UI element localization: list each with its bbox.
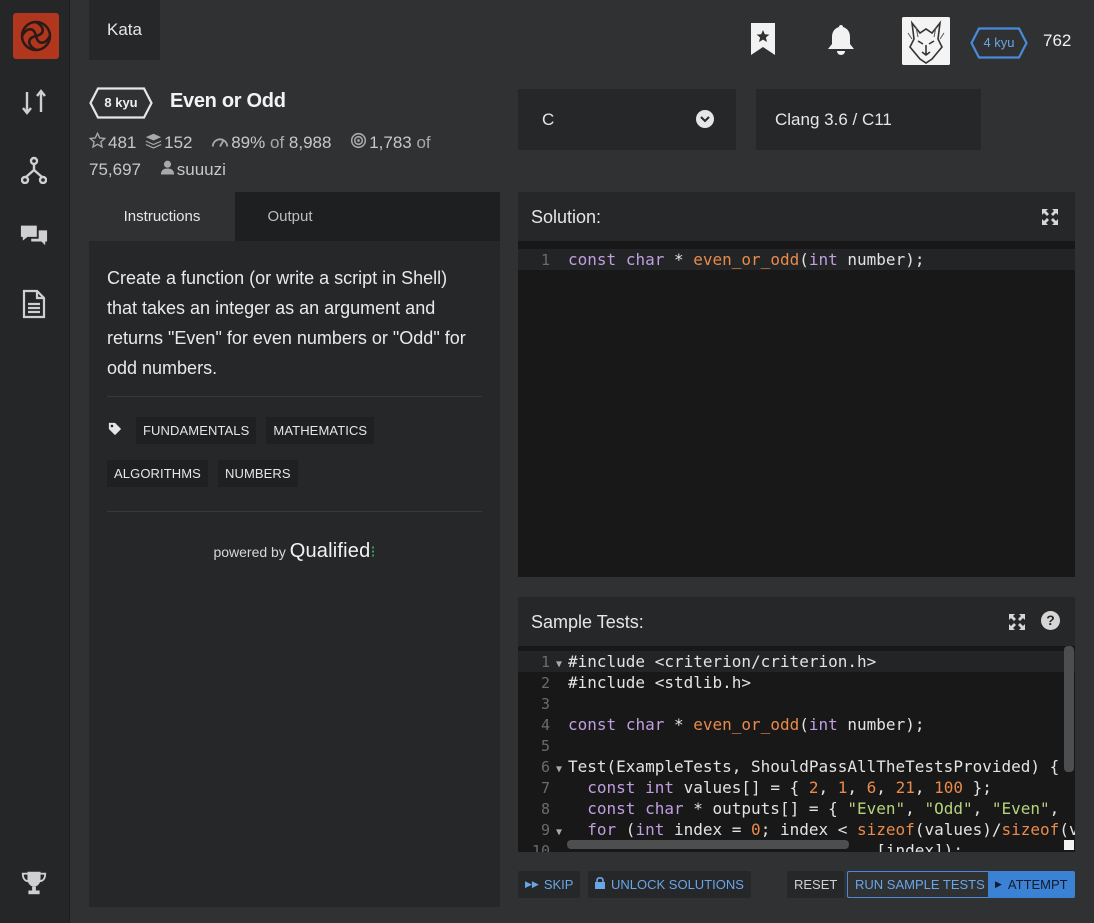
- code-line: 5: [540, 737, 550, 755]
- tab-kata[interactable]: Kata: [89, 0, 160, 60]
- fast-forward-icon: ▶▶: [525, 879, 539, 889]
- bell-icon[interactable]: [826, 24, 856, 61]
- attempt-button[interactable]: ▶ ATTEMPT: [988, 871, 1075, 898]
- collections-count: 152: [164, 133, 193, 152]
- codewars-logo[interactable]: [13, 13, 59, 59]
- tab-output[interactable]: Output: [235, 192, 345, 241]
- target-icon: [350, 131, 367, 157]
- stars-count: 481: [108, 133, 137, 152]
- solution-title: Solution:: [531, 207, 602, 227]
- fork-icon[interactable]: [20, 156, 48, 184]
- completed-of: of: [416, 133, 431, 152]
- divider: [107, 511, 482, 512]
- version-select[interactable]: Clang 3.6 / C11: [756, 89, 981, 150]
- user-rank-label: 4 kyu: [983, 35, 1015, 50]
- satisfaction-votes: 8,988: [288, 133, 332, 152]
- chevron-down-icon: [696, 110, 714, 128]
- bookmark-icon[interactable]: [750, 22, 776, 61]
- qualified-dots-icon: ⁝: [370, 544, 376, 561]
- solution-header: Solution:: [518, 192, 1075, 241]
- lock-icon: [595, 876, 605, 892]
- expand-icon[interactable]: [1009, 614, 1025, 635]
- code-line: 1 const char * even_or_odd(int number);: [518, 249, 1075, 270]
- tag-icon: [108, 422, 122, 441]
- skip-button[interactable]: ▶▶ SKIP: [518, 871, 581, 898]
- qualified-brand: Qualified: [289, 540, 371, 562]
- code-line: 1 ▼ #include <criterion/criterion.h>: [518, 651, 1075, 672]
- code-line: 7 const int values[] = { 2, 1, 6, 21, 10…: [540, 778, 992, 797]
- version-select-value: Clang 3.6 / C11: [775, 109, 892, 129]
- tag-numbers[interactable]: NUMBERS: [217, 460, 298, 487]
- solution-editor[interactable]: 1 const char * even_or_odd(int number);: [518, 241, 1075, 577]
- code-line: 2 #include <stdlib.h>: [540, 673, 752, 692]
- tag-fundamentals[interactable]: FUNDAMENTALS: [136, 417, 257, 444]
- expand-icon[interactable]: [1042, 209, 1058, 230]
- powered-prefix: powered by: [213, 544, 286, 560]
- tab-instructions[interactable]: Instructions: [89, 192, 235, 241]
- instructions-panel: Instructions Output Create a function (o…: [89, 192, 500, 907]
- sample-tests-editor[interactable]: 1 ▼ #include <criterion/criterion.h> 2 #in…: [518, 646, 1075, 852]
- run-sample-tests-button[interactable]: RUN SAMPLE TESTS: [847, 871, 993, 898]
- user-icon: [160, 157, 175, 183]
- code-line: 3: [540, 695, 550, 713]
- code-line: 4 const char * even_or_odd(int number);: [540, 715, 925, 734]
- star-icon[interactable]: [88, 131, 107, 157]
- sample-tests-header: Sample Tests: ?: [518, 597, 1075, 646]
- panel-tabs: Instructions Output: [89, 192, 500, 241]
- language-select-value: C: [542, 109, 555, 129]
- collection-layers-icon[interactable]: [145, 131, 162, 157]
- tag-mathematics[interactable]: MATHEMATICS: [266, 417, 375, 444]
- tag-algorithms[interactable]: ALGORITHMS: [107, 460, 208, 487]
- chat-icon[interactable]: [20, 221, 48, 249]
- kata-rank-label: 8 kyu: [104, 95, 138, 110]
- sample-tests-title: Sample Tests:: [531, 612, 644, 632]
- kata-title: Even or Odd: [170, 90, 286, 112]
- kata-stats: 481 152 89% of 8,988 1,783 of 75,697 suu…: [88, 130, 499, 183]
- honor-score: 762: [1043, 31, 1072, 50]
- attempts-count: 75,697: [89, 159, 141, 179]
- kata-description: Create a function (or write a script in …: [107, 268, 466, 378]
- scroll-corner: [1064, 840, 1074, 850]
- satisfaction-gauge-icon: [211, 131, 229, 157]
- completed-count: 1,783: [369, 133, 412, 152]
- user-rank-badge[interactable]: 4 kyu: [970, 27, 1028, 59]
- author-link[interactable]: suuuzi: [177, 160, 226, 179]
- wolf-avatar-icon: [902, 17, 950, 65]
- code-line: 9 ▼ for (int index = 0; index < sizeof(va…: [540, 820, 1075, 839]
- help-icon[interactable]: ?: [1041, 611, 1060, 630]
- trophy-icon[interactable]: [20, 869, 48, 897]
- avatar[interactable]: [902, 17, 950, 65]
- swap-arrows-icon[interactable]: [20, 88, 48, 116]
- tag-list: FUNDAMENTALS MATHEMATICS ALGORITHMS NUMBER…: [89, 397, 500, 503]
- logo-icon: [20, 20, 52, 52]
- powered-by-qualified[interactable]: powered by Qualified⁝: [89, 540, 500, 563]
- left-rail: [0, 0, 70, 923]
- reset-button[interactable]: RESET: [787, 871, 845, 898]
- document-icon[interactable]: [20, 289, 48, 319]
- code-line: 8 const char * outputs[] = { "Even", "Od…: [540, 799, 1060, 818]
- vertical-scrollbar[interactable]: [1064, 646, 1074, 772]
- satisfaction-of: of: [269, 133, 285, 152]
- satisfaction-percent: 89%: [231, 133, 266, 152]
- code-line: 6 ▼ Test(ExampleTests, ShouldPassAllTheTes…: [540, 757, 1060, 776]
- horizontal-scrollbar[interactable]: [567, 840, 849, 849]
- unlock-solutions-button[interactable]: UNLOCK SOLUTIONS: [588, 871, 751, 898]
- play-icon: ▶: [995, 879, 1002, 889]
- language-select[interactable]: C: [518, 89, 736, 150]
- kata-rank-badge: 8 kyu: [89, 87, 153, 119]
